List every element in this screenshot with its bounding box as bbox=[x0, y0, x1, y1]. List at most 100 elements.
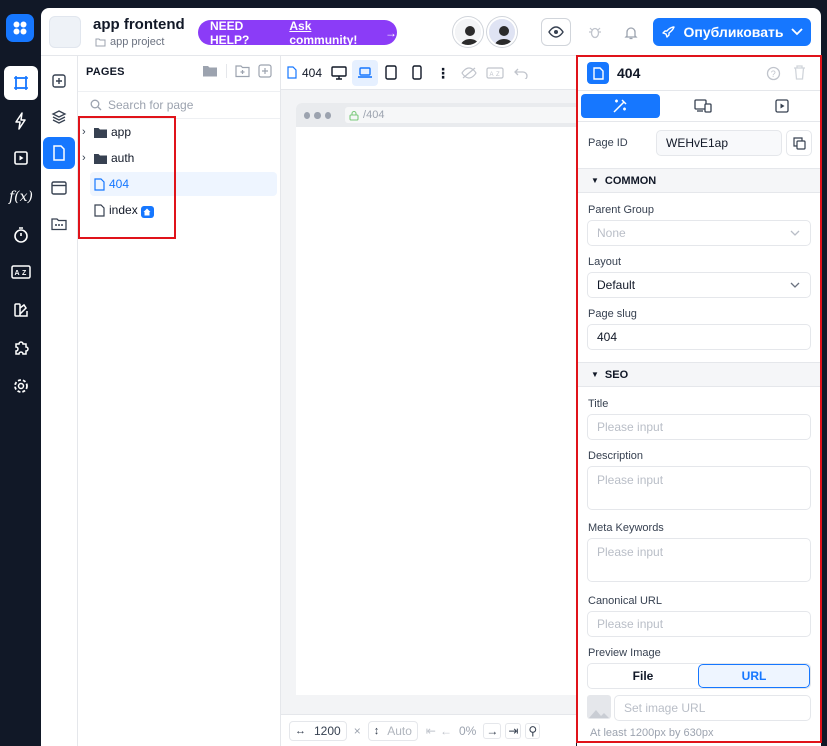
layout-value: Default bbox=[597, 278, 636, 292]
assets-button[interactable] bbox=[43, 208, 75, 240]
undo-button[interactable] bbox=[508, 60, 534, 86]
help-pill[interactable]: NEED HELP? Ask community! → bbox=[198, 19, 397, 47]
tree-folder-auth[interactable]: › auth bbox=[82, 146, 278, 170]
notifications-button[interactable] bbox=[621, 22, 641, 42]
step-prev-icon[interactable]: ← bbox=[440, 724, 452, 738]
seo-section-header[interactable]: ▼ SEO bbox=[577, 362, 821, 387]
mobile-icon bbox=[412, 65, 422, 80]
step-last-icon[interactable]: ⇥ bbox=[505, 722, 522, 739]
url-option[interactable]: URL bbox=[698, 664, 810, 688]
device-tablet-button[interactable] bbox=[378, 60, 404, 86]
rail-plugins[interactable] bbox=[4, 331, 38, 365]
rail-timers[interactable] bbox=[4, 218, 38, 252]
avatar[interactable] bbox=[487, 17, 517, 47]
width-field[interactable]: ↔ 1200 bbox=[289, 720, 347, 741]
device-mobile-button[interactable] bbox=[404, 60, 430, 86]
folder-outline-icon bbox=[95, 38, 106, 47]
publish-button[interactable]: Опубликовать bbox=[653, 18, 811, 46]
project-thumbnail[interactable] bbox=[49, 16, 81, 48]
svg-text:?: ? bbox=[771, 69, 776, 79]
rail-preview[interactable] bbox=[4, 141, 38, 175]
common-section-header[interactable]: ▼ COMMON bbox=[577, 168, 821, 193]
page-preview-frame[interactable]: /404 bbox=[296, 103, 581, 695]
layout-select[interactable]: Default bbox=[587, 272, 811, 298]
undo-icon bbox=[514, 68, 528, 79]
layers-button[interactable] bbox=[43, 101, 75, 133]
step-next-icon[interactable]: → bbox=[483, 722, 502, 739]
tree-page-404[interactable]: 404 bbox=[90, 172, 277, 196]
title-label: Title bbox=[588, 398, 609, 410]
folder-icon bbox=[94, 127, 107, 138]
rail-settings[interactable] bbox=[4, 369, 38, 403]
add-folder-icon[interactable] bbox=[235, 64, 250, 78]
ask-community-link[interactable]: Ask community! bbox=[289, 19, 377, 47]
seo-description-textarea[interactable]: Please input bbox=[587, 466, 811, 510]
page-search[interactable]: Search for page bbox=[78, 91, 280, 119]
zoom-icon[interactable]: ⚲ bbox=[525, 722, 541, 739]
page-icon bbox=[287, 66, 297, 79]
components-button[interactable] bbox=[43, 172, 75, 204]
play-square-icon bbox=[775, 99, 789, 113]
rail-functions[interactable]: f(x) bbox=[4, 180, 38, 214]
translate-toggle-button[interactable]: AZ bbox=[482, 60, 508, 86]
meta-keywords-textarea[interactable]: Please input bbox=[587, 538, 811, 582]
seo-title-placeholder: Please input bbox=[597, 420, 664, 434]
rail-actions[interactable] bbox=[4, 104, 38, 138]
step-first-icon[interactable]: ⇤ bbox=[426, 724, 436, 738]
folder-dots-icon bbox=[51, 218, 67, 231]
folder-icon bbox=[94, 153, 107, 164]
parent-group-select[interactable]: None bbox=[587, 220, 811, 246]
rail-translations[interactable]: AZ bbox=[4, 255, 38, 289]
page-id-field[interactable]: WEHvE1ap bbox=[656, 130, 782, 156]
pages-button[interactable] bbox=[43, 137, 75, 169]
tab-events[interactable] bbox=[742, 91, 821, 121]
debug-button[interactable] bbox=[585, 22, 605, 42]
app-logo-icon[interactable] bbox=[6, 14, 34, 42]
device-laptop-button[interactable] bbox=[352, 59, 379, 86]
caret-down-icon: ▼ bbox=[591, 370, 599, 379]
file-option[interactable]: File bbox=[588, 664, 698, 688]
preview-eye-button[interactable] bbox=[541, 18, 571, 46]
canvas-area: 404 ⋮ AZ /404 ↔ 1200 × ↕ Auto ⇤ ← 0% → ⇥… bbox=[281, 56, 581, 746]
hide-button[interactable] bbox=[456, 60, 482, 86]
avatar[interactable] bbox=[453, 17, 483, 47]
tab-properties[interactable] bbox=[581, 94, 660, 118]
props-tabs bbox=[577, 90, 821, 122]
chevron-down-icon bbox=[791, 28, 804, 36]
window-dot bbox=[304, 111, 311, 119]
height-value: Auto bbox=[387, 723, 412, 738]
tab-responsive[interactable] bbox=[664, 91, 743, 121]
device-desktop-button[interactable] bbox=[326, 60, 352, 86]
pages-panel: PAGES Search for page › app › auth 404 i… bbox=[78, 56, 281, 746]
translate-icon: AZ bbox=[486, 66, 504, 79]
seo-title-input[interactable]: Please input bbox=[587, 414, 811, 440]
more-options-button[interactable]: ⋮ bbox=[430, 60, 456, 86]
left-rail: f(x) AZ bbox=[0, 0, 41, 746]
folder-icon[interactable] bbox=[202, 64, 218, 78]
image-url-input[interactable]: Set image URL bbox=[614, 695, 811, 721]
copy-page-id-button[interactable] bbox=[786, 130, 812, 156]
canonical-url-input[interactable]: Please input bbox=[587, 611, 811, 637]
help-circle-icon[interactable]: ? bbox=[766, 66, 781, 81]
height-field[interactable]: ↕ Auto bbox=[367, 720, 418, 741]
times-icon: × bbox=[353, 723, 361, 738]
tree-label: app bbox=[111, 125, 132, 139]
chevron-right-icon[interactable]: › bbox=[82, 152, 94, 164]
add-element-button[interactable] bbox=[43, 65, 75, 97]
plus-square-icon bbox=[52, 74, 66, 88]
page-slug-input[interactable]: 404 bbox=[587, 324, 811, 350]
page-slug-value: 404 bbox=[597, 330, 618, 344]
trash-icon[interactable] bbox=[793, 65, 806, 80]
svg-text:A: A bbox=[490, 72, 494, 78]
tree-label: 404 bbox=[109, 177, 130, 191]
layers-icon bbox=[51, 110, 67, 124]
add-page-icon[interactable] bbox=[258, 64, 272, 78]
chevron-right-icon[interactable]: › bbox=[82, 126, 94, 138]
rail-theme[interactable] bbox=[4, 293, 38, 327]
rail-pages-editor[interactable] bbox=[4, 66, 38, 100]
page-id-label: Page ID bbox=[588, 137, 628, 149]
tree-page-index[interactable]: index bbox=[90, 198, 277, 222]
page-icon bbox=[94, 203, 105, 217]
tree-folder-app[interactable]: › app bbox=[82, 120, 278, 144]
search-placeholder: Search for page bbox=[108, 98, 194, 112]
